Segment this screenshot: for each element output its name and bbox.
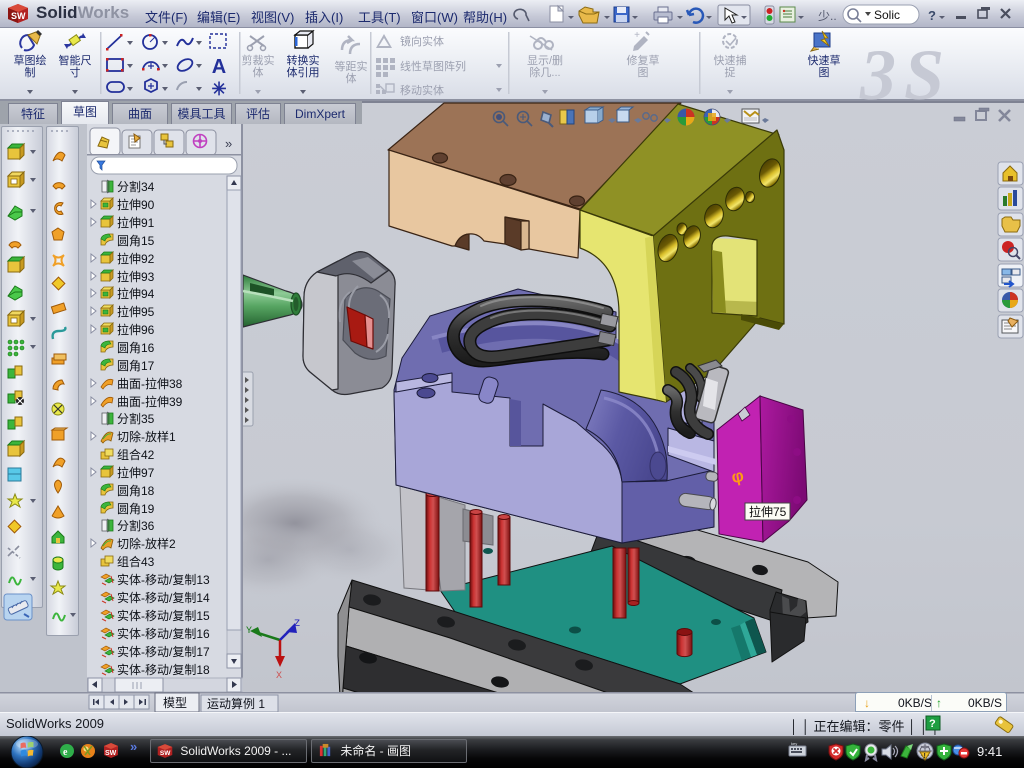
svg-text:»: » xyxy=(130,739,137,754)
svg-text:组合42: 组合42 xyxy=(117,447,155,462)
svg-text:拉伸92: 拉伸92 xyxy=(117,251,155,266)
svg-text:除几...: 除几... xyxy=(529,65,560,79)
svg-text:拉伸93: 拉伸93 xyxy=(117,269,155,284)
svg-text:SW: SW xyxy=(160,750,171,757)
svg-text:圆角19: 圆角19 xyxy=(117,502,155,516)
svg-text:模型: 模型 xyxy=(163,696,187,710)
svg-text:切除-放样2: 切除-放样2 xyxy=(117,536,176,551)
svg-text:运动算例 1: 运动算例 1 xyxy=(207,696,265,711)
svg-text:图: 图 xyxy=(819,66,830,79)
svg-text:实体-移动/复制16: 实体-移动/复制16 xyxy=(117,626,210,641)
svg-text:e: e xyxy=(63,747,68,758)
svg-text:镜向实体: 镜向实体 xyxy=(400,34,444,48)
svg-text:+: + xyxy=(634,30,640,41)
svg-text:拉伸95: 拉伸95 xyxy=(117,304,155,319)
svg-text:3S: 3S xyxy=(859,35,952,100)
svg-text:制: 制 xyxy=(25,66,36,79)
svg-text:SW: SW xyxy=(11,11,26,21)
svg-text:A: A xyxy=(212,56,226,78)
svg-text:?: ? xyxy=(929,718,936,730)
svg-text:体: 体 xyxy=(346,71,357,85)
svg-text:显示/删: 显示/删 xyxy=(527,54,563,67)
svg-text:线性草图阵列: 线性草图阵列 xyxy=(400,59,466,73)
svg-text:✳: ✳ xyxy=(211,79,226,99)
svg-text:快速草: 快速草 xyxy=(808,54,841,67)
svg-text:拉伸97: 拉伸97 xyxy=(117,465,155,480)
svg-text:实体-移动/复制14: 实体-移动/复制14 xyxy=(117,590,210,605)
svg-text:X: X xyxy=(276,671,282,682)
svg-text:实体-移动/复制18: 实体-移动/复制18 xyxy=(117,662,210,677)
svg-text:圆角16: 圆角16 xyxy=(117,341,155,355)
svg-text:分割34: 分割34 xyxy=(117,179,155,194)
svg-text:等距实: 等距实 xyxy=(335,59,368,73)
svg-text:key: key xyxy=(791,741,797,746)
svg-text:分割36: 分割36 xyxy=(117,518,155,533)
svg-text:!: ! xyxy=(924,753,926,760)
svg-text:圆角17: 圆角17 xyxy=(117,359,155,373)
svg-text:拉伸90: 拉伸90 xyxy=(117,197,155,212)
svg-text:图: 图 xyxy=(638,66,649,79)
svg-text:?: ? xyxy=(928,8,936,23)
svg-text:圆角15: 圆角15 xyxy=(117,234,155,248)
svg-text:圆角18: 圆角18 xyxy=(117,484,155,498)
svg-text:»: » xyxy=(225,136,232,151)
svg-text:拉伸91: 拉伸91 xyxy=(117,215,155,230)
svg-text:智能尺: 智能尺 xyxy=(59,53,92,67)
svg-text:曲面-拉伸38: 曲面-拉伸38 xyxy=(117,376,183,391)
svg-text:实体-移动/复制15: 实体-移动/复制15 xyxy=(117,608,210,623)
svg-text:SW: SW xyxy=(105,750,117,757)
svg-text:移动实体: 移动实体 xyxy=(400,83,444,97)
svg-text:草图绘: 草图绘 xyxy=(14,53,47,67)
svg-text:寸: 寸 xyxy=(70,65,81,79)
svg-text:剪裁实: 剪裁实 xyxy=(242,53,275,67)
svg-text:拉伸96: 拉伸96 xyxy=(117,322,155,337)
svg-text:切除-放样1: 切除-放样1 xyxy=(117,429,176,444)
svg-text:Z: Z xyxy=(294,619,300,630)
svg-text:快速捕: 快速捕 xyxy=(714,53,747,67)
svg-text:曲面-拉伸39: 曲面-拉伸39 xyxy=(117,394,183,409)
svg-text:实体-移动/复制17: 实体-移动/复制17 xyxy=(117,644,210,659)
svg-text:转换实: 转换实 xyxy=(287,53,320,67)
svg-text:体引用: 体引用 xyxy=(287,65,320,79)
svg-text:拉伸94: 拉伸94 xyxy=(117,286,155,301)
svg-text:体: 体 xyxy=(253,65,264,79)
svg-text:分割35: 分割35 xyxy=(117,411,155,426)
svg-text:少..: 少.. xyxy=(818,9,837,23)
svg-text:捉: 捉 xyxy=(725,65,736,79)
svg-text:拉伸75: 拉伸75 xyxy=(749,504,787,519)
svg-text:9:41: 9:41 xyxy=(977,744,1002,759)
svg-text:Solic: Solic xyxy=(874,8,900,22)
svg-text:修复草: 修复草 xyxy=(627,53,660,67)
svg-text:Y: Y xyxy=(246,626,252,637)
svg-text:组合43: 组合43 xyxy=(117,554,155,569)
svg-text:实体-移动/复制13: 实体-移动/复制13 xyxy=(117,572,210,587)
